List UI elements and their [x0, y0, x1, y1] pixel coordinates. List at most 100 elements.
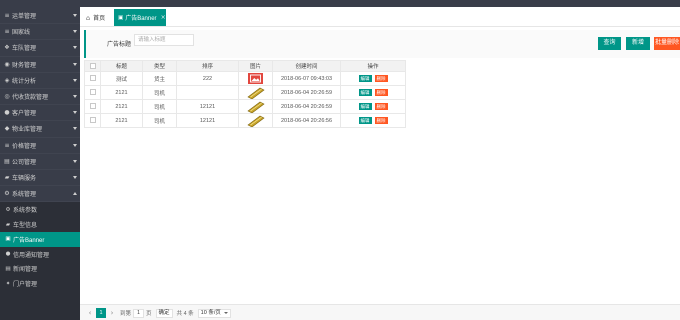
sidebar-subitem-portal[interactable]: 门户管理	[0, 276, 80, 291]
select-all-checkbox[interactable]	[89, 62, 96, 69]
page-size-select[interactable]: 10 条/页	[197, 308, 231, 318]
sidebar-item-vehicle-service[interactable]: 车辆服务	[0, 170, 80, 187]
gold-stripe-thumbnail[interactable]	[246, 87, 265, 99]
row-checkbox[interactable]	[89, 89, 96, 96]
next-page-icon[interactable]	[108, 309, 116, 317]
delete-button[interactable]: 删除	[374, 117, 388, 124]
image-icon	[118, 15, 123, 21]
batch-delete-button[interactable]: 批量删除	[654, 37, 680, 50]
location-icon	[2, 125, 12, 132]
fleet-icon	[2, 44, 12, 51]
sidebar-item-customer[interactable]: 客户管理	[0, 105, 80, 122]
sidebar-subitem-ad-banner[interactable]: 广告Banner	[0, 231, 80, 247]
pagination: 1 到第 页 确定 共 4 条 10 条/页	[86, 308, 231, 318]
chevron-down-icon	[73, 78, 77, 82]
red-picture-thumbnail[interactable]	[248, 73, 263, 84]
query-button[interactable]: 查询	[598, 37, 621, 50]
cell-actions: 编辑 删除	[340, 113, 406, 128]
delete-button[interactable]: 删除	[374, 89, 388, 96]
gold-stripe-thumbnail[interactable]	[246, 101, 265, 113]
sidebar-item-label: 价格管理	[12, 143, 37, 150]
goto-page-input[interactable]	[133, 308, 145, 318]
tab-home[interactable]: 首页	[86, 9, 105, 26]
sidebar-subitem-system-params[interactable]: 系统参数	[0, 202, 80, 217]
title-search-input[interactable]	[134, 34, 194, 46]
cell-image	[238, 85, 273, 100]
row-select-cell	[84, 113, 101, 128]
row-select-cell	[84, 99, 101, 114]
close-icon[interactable]	[161, 14, 166, 21]
tab-bar	[80, 7, 680, 27]
prev-page-icon[interactable]	[86, 309, 94, 317]
row-checkbox[interactable]	[89, 117, 96, 124]
sidebar-item-label: 财务管理	[12, 62, 37, 69]
cell-title: 2121	[100, 113, 143, 128]
sidebar-item-waybill[interactable]: 运单管理	[0, 8, 80, 25]
sidebar-item-label: 代收货款管理	[12, 95, 49, 102]
header-sort[interactable]: 排序	[176, 60, 239, 72]
star-icon	[3, 281, 13, 287]
sidebar-item-warehouse[interactable]: 物业库管理	[0, 121, 80, 138]
sidebar-item-label: 国家线	[12, 30, 31, 37]
add-button[interactable]: 新增	[626, 37, 650, 50]
sidebar-subitem-credit-notice[interactable]: 信用通知管理	[0, 247, 80, 262]
sidebar-subitem-label: 新闻管理	[13, 267, 38, 274]
gear-icon	[2, 190, 12, 197]
tab-ad-banner[interactable]: 广告Banner	[114, 9, 166, 26]
chevron-down-icon	[73, 14, 77, 18]
sidebar-subitem-label: 门户管理	[13, 282, 38, 289]
sidebar-item-label: 物业库管理	[12, 127, 43, 134]
cell-title: 2121	[100, 85, 143, 100]
sidebar-item-label: 公司管理	[12, 159, 37, 166]
cell-created: 2018-06-04 20:26:59	[272, 85, 341, 100]
tab-label: 广告Banner	[125, 16, 157, 22]
chevron-up-icon	[73, 192, 77, 196]
car-icon	[3, 222, 13, 228]
sidebar-item-label: 客户管理	[12, 111, 37, 118]
car-icon	[2, 174, 12, 181]
edit-button[interactable]: 编辑	[358, 117, 372, 124]
sidebar-item-price[interactable]: 价格管理	[0, 138, 80, 154]
sidebar-subitem-vehicle-types[interactable]: 车型信息	[0, 217, 80, 232]
delete-button[interactable]: 删除	[374, 75, 388, 82]
sidebar-item-statistics[interactable]: 统计分析	[0, 73, 80, 89]
cell-created: 2018-06-04 20:26:59	[272, 99, 341, 114]
news-icon	[3, 266, 13, 272]
cell-actions: 编辑 删除	[340, 85, 406, 100]
select-all-cell	[84, 60, 101, 72]
user-icon	[2, 109, 12, 116]
cell-title: 2121	[100, 99, 143, 114]
header-title[interactable]: 标题	[100, 60, 143, 72]
current-page[interactable]: 1	[96, 308, 106, 318]
edit-button[interactable]: 编辑	[358, 89, 372, 96]
delete-button[interactable]: 删除	[374, 103, 388, 110]
sidebar-item-system[interactable]: 系统管理	[0, 186, 80, 203]
sidebar-item-company[interactable]: 公司管理	[0, 154, 80, 170]
goto-confirm-button[interactable]: 确定	[155, 308, 173, 318]
chevron-down-icon	[73, 30, 77, 34]
gold-stripe-thumbnail[interactable]	[246, 115, 265, 127]
row-checkbox[interactable]	[89, 75, 96, 82]
image-icon	[3, 236, 13, 242]
page-size-value: 10 条/页	[200, 309, 221, 316]
sidebar-subitem-news[interactable]: 新闻管理	[0, 262, 80, 277]
sidebar-item-fleet[interactable]: 车队管理	[0, 40, 80, 57]
cell-sort	[176, 85, 239, 100]
price-icon	[2, 142, 12, 149]
edit-button[interactable]: 编辑	[358, 103, 372, 110]
row-checkbox[interactable]	[89, 103, 96, 110]
finance-icon	[2, 61, 12, 68]
header-created[interactable]: 创建时间	[272, 60, 341, 72]
row-select-cell	[84, 85, 101, 100]
header-actions: 操作	[340, 60, 406, 72]
edit-button[interactable]: 编辑	[358, 75, 372, 82]
sidebar-item-cod[interactable]: 代收货款管理	[0, 89, 80, 106]
search-panel: 广告标题	[84, 30, 680, 58]
sidebar-item-route[interactable]: 国家线	[0, 24, 80, 41]
sidebar-item-finance[interactable]: 财务管理	[0, 57, 80, 73]
chevron-down-icon	[73, 46, 77, 50]
chevron-down-icon	[73, 111, 77, 115]
cell-title: 测试	[100, 71, 143, 86]
header-type[interactable]: 类型	[142, 60, 177, 72]
company-icon	[2, 158, 12, 165]
